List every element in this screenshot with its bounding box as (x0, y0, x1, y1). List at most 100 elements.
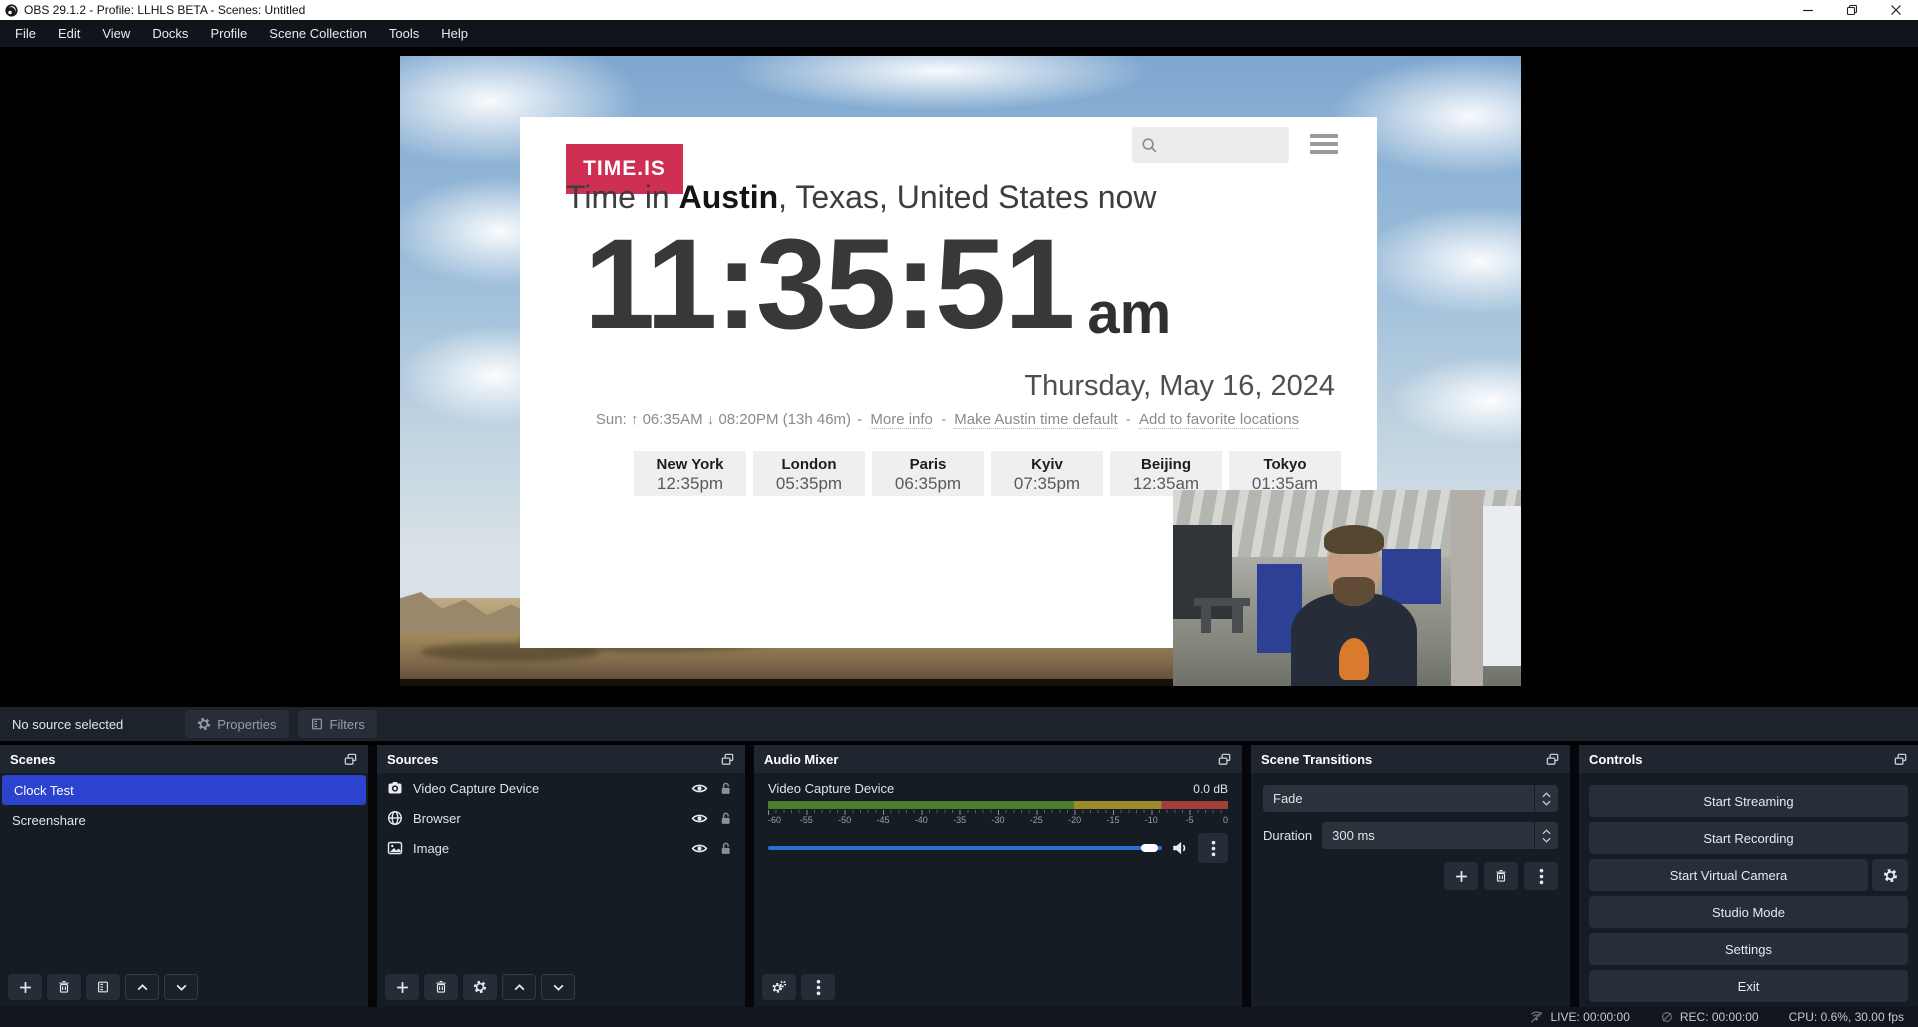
volume-meter (768, 801, 1228, 809)
down-icon (175, 981, 188, 994)
scene-item-clock-test[interactable]: Clock Test (2, 775, 366, 805)
volume-slider[interactable] (768, 846, 1162, 850)
webcam-column (1451, 490, 1482, 686)
cloud (730, 56, 1150, 111)
source-item-browser[interactable]: Browser (377, 803, 745, 833)
popout-icon[interactable] (343, 752, 358, 767)
status-bar: LIVE: 00:00:00 REC: 00:00:00 CPU: 0.6%, … (0, 1007, 1918, 1027)
remove-scene-button[interactable] (47, 974, 81, 1000)
dock-area: Scenes Clock Test Screenshare Sources Vi… (0, 745, 1918, 1007)
properties-button[interactable]: Properties (185, 710, 288, 738)
kebab-icon (1539, 868, 1544, 885)
remove-transition-button[interactable] (1484, 862, 1518, 890)
preview-canvas: TIME.IS Time in Austin, Texas, United St… (0, 47, 1918, 707)
down-icon (1542, 837, 1551, 843)
move-source-down-button[interactable] (541, 974, 575, 1000)
eye-icon[interactable] (691, 810, 708, 827)
controls-body: Start Streaming Start Recording Start Vi… (1579, 773, 1918, 1007)
menu-edit[interactable]: Edit (47, 20, 91, 47)
up-icon (1542, 829, 1551, 835)
duration-spinbox[interactable]: 300 ms (1322, 822, 1558, 849)
source-item-image[interactable]: Image (377, 833, 745, 863)
menu-bar: File Edit View Docks Profile Scene Colle… (0, 20, 1918, 47)
make-default-link: Make Austin time default (954, 411, 1117, 429)
minimize-button[interactable] (1786, 0, 1830, 20)
move-scene-down-button[interactable] (164, 974, 198, 1000)
advanced-audio-button[interactable] (762, 974, 796, 1000)
maximize-button[interactable] (1830, 0, 1874, 20)
menu-tools[interactable]: Tools (378, 20, 430, 47)
start-virtual-camera-button[interactable]: Start Virtual Camera (1589, 859, 1868, 891)
trash-icon (434, 980, 448, 994)
gear-icon (473, 980, 487, 994)
sources-panel: Sources Video Capture Device Browser Ima… (377, 745, 745, 1007)
close-button[interactable] (1874, 0, 1918, 20)
lock-icon[interactable] (718, 781, 733, 796)
kebab-icon (1211, 840, 1216, 857)
mixer-channel-menu-button[interactable] (1198, 833, 1228, 863)
scene-transitions-body: Fade Duration 300 ms (1251, 773, 1570, 1007)
webcam-overlay[interactable] (1173, 490, 1521, 686)
scene-filters-button[interactable] (86, 974, 120, 1000)
remove-source-button[interactable] (424, 974, 458, 1000)
menu-help[interactable]: Help (430, 20, 479, 47)
image-icon (387, 840, 403, 856)
move-source-up-button[interactable] (502, 974, 536, 1000)
trash-icon (1494, 869, 1508, 883)
eye-icon[interactable] (691, 840, 708, 857)
menu-profile[interactable]: Profile (199, 20, 258, 47)
add-icon (1455, 870, 1468, 883)
sun-info-line: Sun: ↑ 06:35AM ↓ 08:20PM (13h 46m) - Mor… (520, 411, 1377, 428)
move-scene-up-button[interactable] (125, 974, 159, 1000)
heading-city: Austin (679, 179, 779, 215)
add-scene-button[interactable] (8, 974, 42, 1000)
cloud (1360, 206, 1521, 316)
studio-mode-button[interactable]: Studio Mode (1589, 896, 1908, 928)
gear-icon (197, 717, 211, 731)
up-icon (513, 981, 526, 994)
scene-transitions-panel: Scene Transitions Fade Duration 300 ms (1251, 745, 1570, 1007)
audio-mixer-body: Video Capture Device 0.0 dB -60 -55 -50 … (754, 773, 1242, 967)
source-item-video-capture[interactable]: Video Capture Device (377, 773, 745, 803)
start-recording-button[interactable]: Start Recording (1589, 822, 1908, 854)
menu-scene-collection[interactable]: Scene Collection (258, 20, 378, 47)
popout-icon[interactable] (1545, 752, 1560, 767)
city-card: London05:35pm (753, 451, 865, 496)
search-icon (1141, 137, 1158, 154)
cloud (1390, 356, 1521, 446)
transition-select[interactable]: Fade (1263, 785, 1558, 812)
hamburger-icon (1310, 134, 1338, 158)
scene-item-screenshare[interactable]: Screenshare (0, 805, 368, 835)
popout-icon[interactable] (1217, 752, 1232, 767)
mixer-channel-name: Video Capture Device (768, 781, 894, 796)
popout-icon[interactable] (720, 752, 735, 767)
filters-button[interactable]: Filters (298, 710, 377, 738)
add-transition-button[interactable] (1444, 862, 1478, 890)
meter-tick-labels: -60 -55 -50 -45 -40 -35 -30 -25 -20 -15 … (768, 815, 1228, 826)
live-status: LIVE: 00:00:00 (1529, 1010, 1629, 1025)
virtual-camera-config-button[interactable] (1872, 859, 1908, 891)
add-favorite-link: Add to favorite locations (1139, 411, 1299, 429)
mixer-menu-button[interactable] (801, 974, 835, 1000)
lock-icon[interactable] (718, 841, 733, 856)
kebab-icon (816, 979, 821, 996)
audio-mixer-toolbar (754, 967, 1242, 1007)
menu-docks[interactable]: Docks (141, 20, 199, 47)
settings-button[interactable]: Settings (1589, 933, 1908, 965)
add-source-button[interactable] (385, 974, 419, 1000)
start-streaming-button[interactable]: Start Streaming (1589, 785, 1908, 817)
popout-icon[interactable] (1893, 752, 1908, 767)
transition-menu-button[interactable] (1524, 862, 1558, 890)
transition-selected-value: Fade (1263, 791, 1534, 806)
exit-button[interactable]: Exit (1589, 970, 1908, 1002)
preview-video[interactable]: TIME.IS Time in Austin, Texas, United St… (400, 56, 1521, 686)
menu-view[interactable]: View (91, 20, 141, 47)
webcam-person (1291, 525, 1416, 686)
source-properties-button[interactable] (463, 974, 497, 1000)
volume-slider-handle[interactable] (1141, 844, 1158, 852)
eye-icon[interactable] (691, 780, 708, 797)
time-meridiem: am (1087, 285, 1171, 343)
speaker-icon[interactable] (1171, 839, 1189, 857)
menu-file[interactable]: File (4, 20, 47, 47)
lock-icon[interactable] (718, 811, 733, 826)
